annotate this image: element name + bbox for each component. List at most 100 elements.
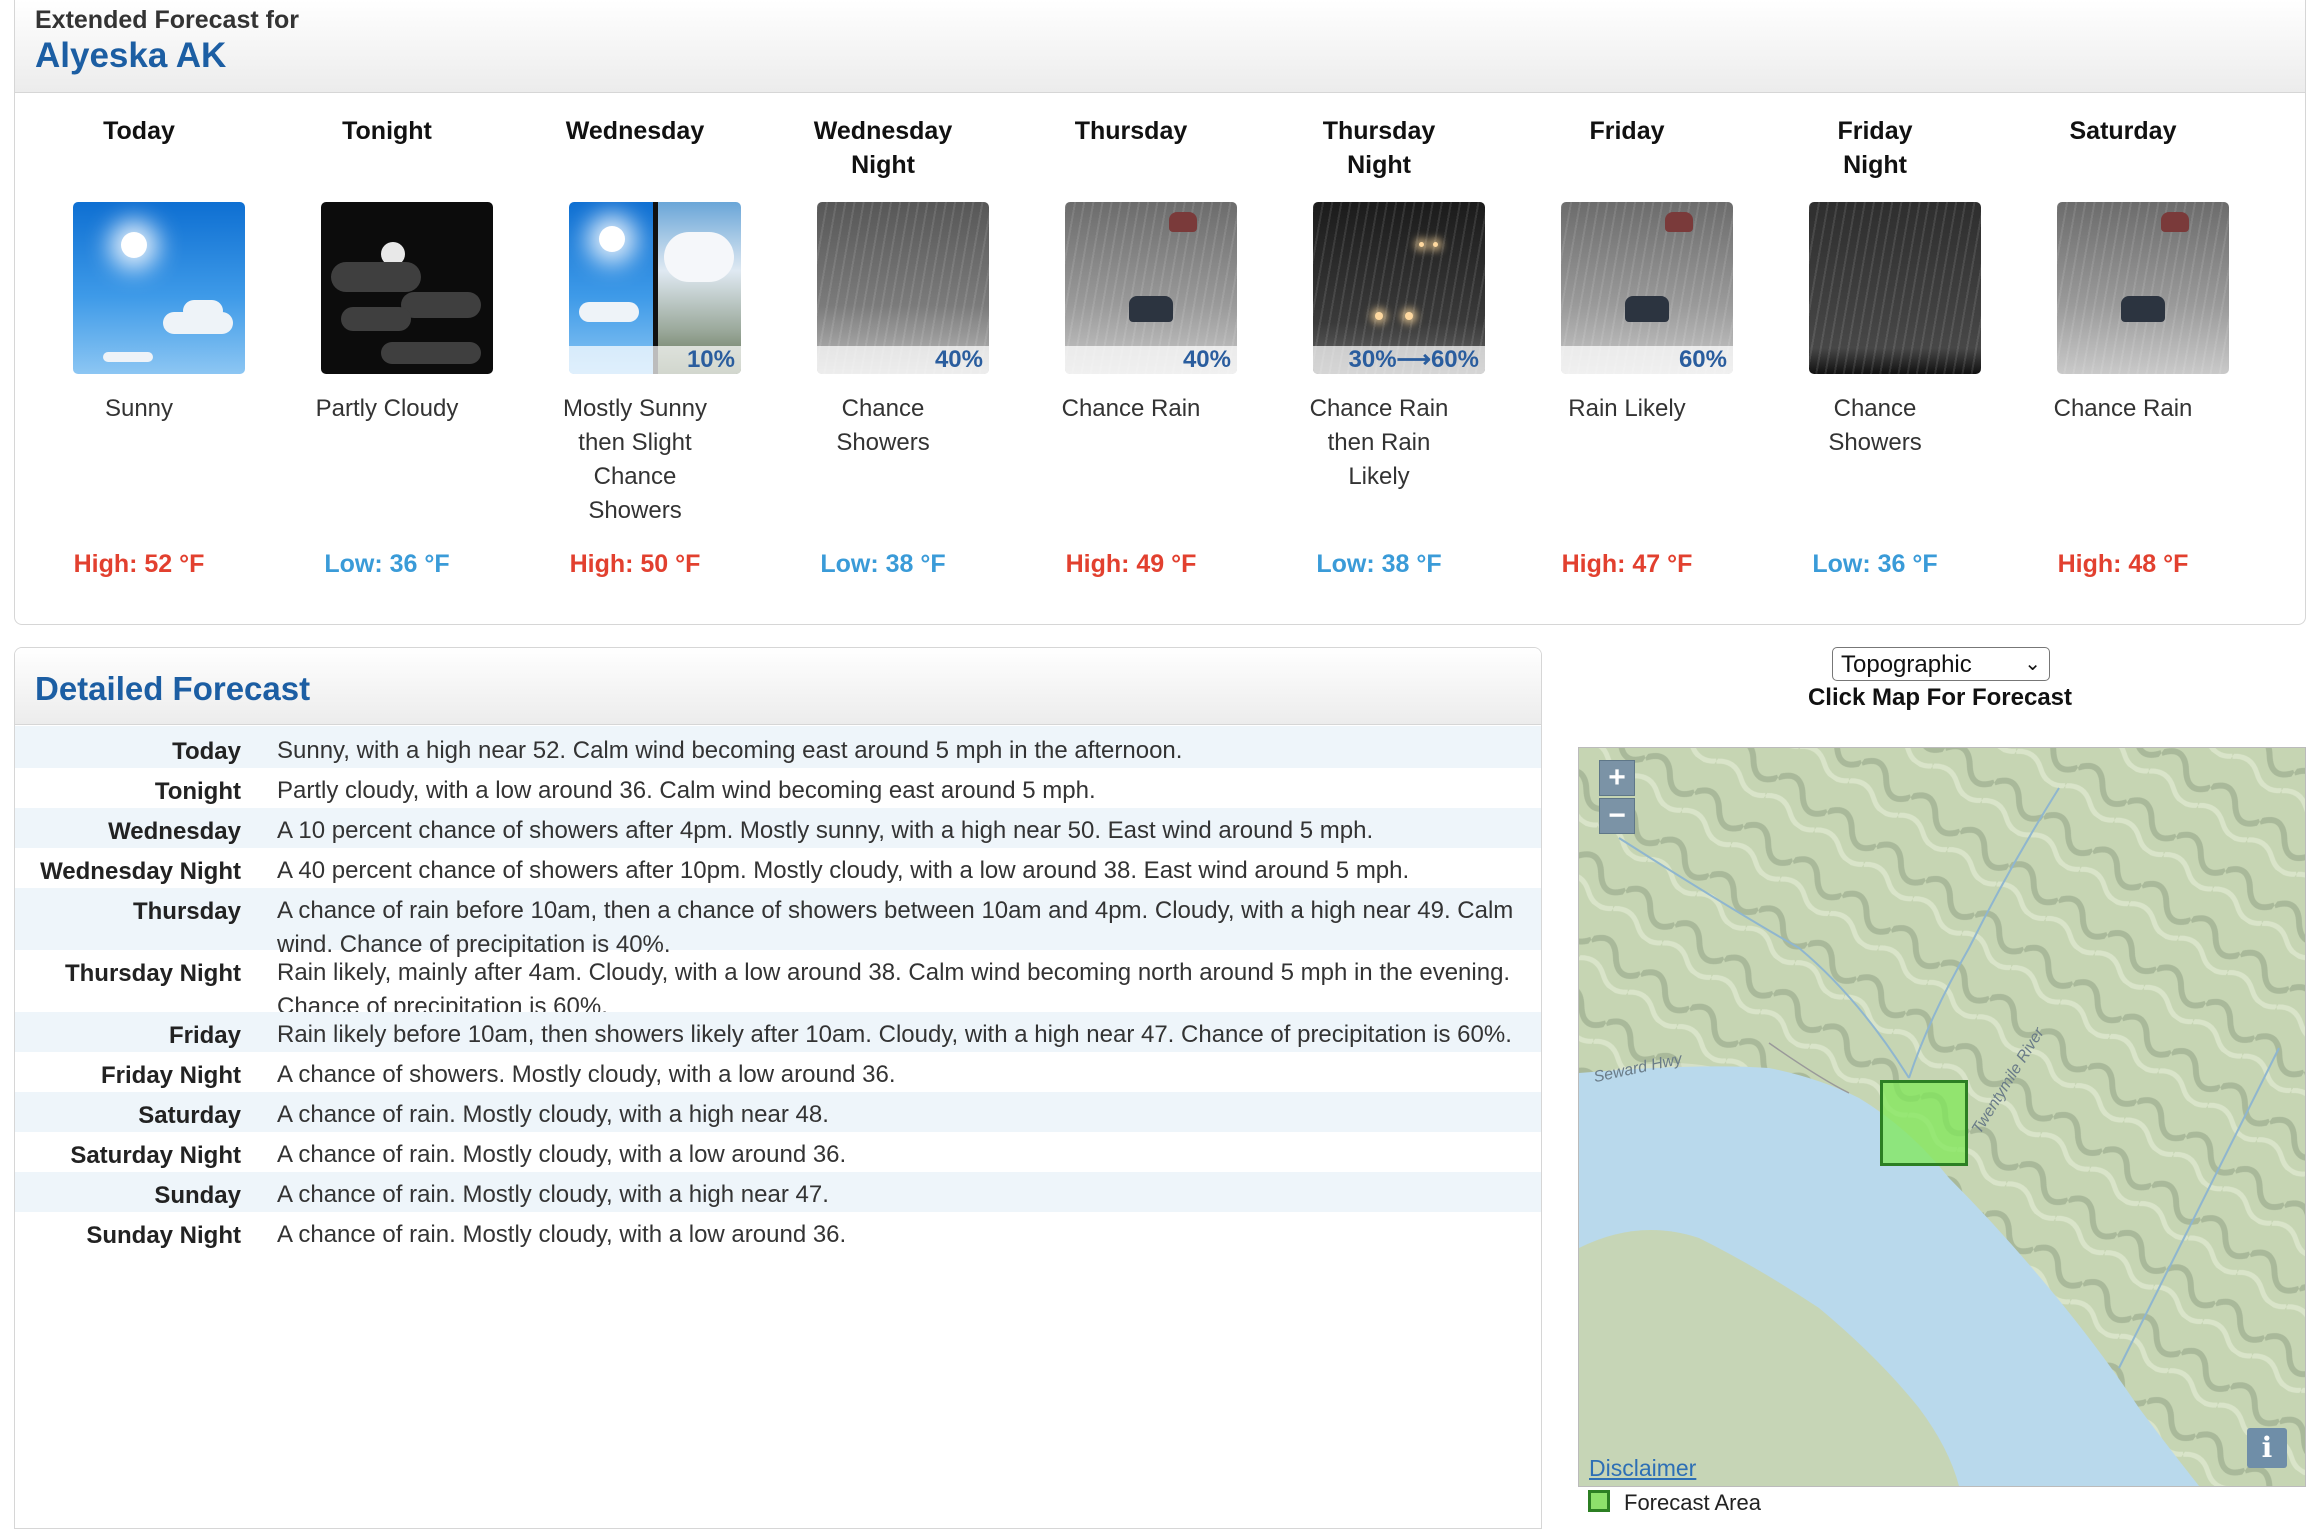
disclaimer-link[interactable]: Disclaimer <box>1589 1455 1696 1482</box>
period-name-line: Wednesday <box>813 117 953 145</box>
forecast-row-text: A chance of rain. Mostly cloudy, with a … <box>277 1181 829 1208</box>
forecast-row-text: Sunny, with a high near 52. Calm wind be… <box>277 737 1183 764</box>
short-forecast: Mostly Sunny then Slight Chance Showers <box>511 392 759 528</box>
precip-chance-badge: 40% <box>817 346 989 374</box>
short-forecast-line: then Rain <box>1327 429 1431 456</box>
forecast-row-label: Friday <box>168 1022 241 1049</box>
night-rain-icon: 30%⟶60% <box>1313 202 1485 374</box>
forecast-row-text: A chance of rain. Mostly cloudy, with a … <box>277 1101 829 1128</box>
forecast-period: Saturday Chance Rain High: 48 °F <box>1999 92 2247 622</box>
short-forecast: Chance Showers <box>759 392 1007 460</box>
forecast-row-label: Sunday <box>154 1182 241 1209</box>
temperature: Low: 36 °F <box>1812 550 1938 578</box>
temperature: Low: 38 °F <box>1316 550 1442 578</box>
info-icon[interactable]: i <box>2247 1428 2287 1468</box>
short-forecast-line: Chance Rain <box>1309 395 1449 422</box>
detailed-forecast-title: Detailed Forecast <box>35 670 311 707</box>
forecast-area-legend-label: Forecast Area <box>1624 1490 1761 1515</box>
sunny-icon <box>73 202 245 374</box>
precip-chance-badge: 30%⟶60% <box>1313 346 1485 374</box>
short-forecast-line: Chance Rain <box>2053 395 2193 422</box>
forecast-row-label: Wednesday Night <box>40 858 241 885</box>
forecast-row-label: Thursday <box>132 898 241 925</box>
short-forecast-line: Partly Cloudy <box>315 395 459 422</box>
forecast-row-label: Tonight <box>154 778 241 805</box>
forecast-period: Tonight Partly Cloudy Low: 36 °F <box>263 92 511 622</box>
forecast-period: Thursday Night 30%⟶60% Chance Rain then Rain… <box>1255 92 1503 622</box>
period-name-line: Night <box>1347 151 1411 179</box>
short-forecast-line: Sunny <box>104 395 174 422</box>
forecast-row-label: Sunday Night <box>86 1222 241 1249</box>
rain-icon <box>2057 202 2229 374</box>
forecast-row: Saturday Night A chance of rain. Mostly c… <box>15 1132 1541 1172</box>
forecast-row-text: A 10 percent chance of showers after 4pm… <box>277 817 1374 844</box>
period-name-line: Thursday <box>1322 117 1436 145</box>
period-name: Thursday Night <box>1255 114 1503 182</box>
precip-chance-badge: 60% <box>1561 346 1733 374</box>
forecast-row: Friday Night A chance of showers. Mostly … <box>15 1052 1541 1092</box>
zoom-out-button[interactable]: − <box>1599 798 1635 834</box>
zoom-in-button[interactable]: + <box>1599 760 1635 796</box>
temperature: Low: 38 °F <box>820 550 946 578</box>
temperature: High: 47 °F <box>1561 550 1693 578</box>
forecast-row: Sunday Night A chance of rain. Mostly clo… <box>15 1212 1541 1252</box>
detailed-forecast-header: Detailed Forecast <box>15 648 1541 725</box>
short-forecast-line: Rain Likely <box>1568 395 1686 422</box>
forecast-period: Wednesday Night 40% Chance Showers Low: 38 °F <box>759 92 1007 622</box>
rain-icon: 60% <box>1561 202 1733 374</box>
map-layer-selected: Topographic <box>1841 651 1972 678</box>
short-forecast-line: Showers <box>836 429 930 456</box>
short-forecast-line: Chance Rain <box>1061 395 1201 422</box>
period-name-line: Friday <box>1589 117 1665 145</box>
forecast-row: Today Sunny, with a high near 52. Calm wi… <box>15 726 1541 768</box>
period-name-line: Night <box>851 151 915 179</box>
forecast-row-text: A chance of showers. Mostly cloudy, with… <box>277 1061 896 1088</box>
forecast-area-legend-swatch <box>1588 1490 1610 1512</box>
forecast-row-text: Partly cloudy, with a low around 36. Cal… <box>277 777 1096 804</box>
short-forecast-line: then Slight <box>578 429 692 456</box>
rain-icon: 40% <box>1065 202 1237 374</box>
period-name-line: Friday <box>1837 117 1913 145</box>
short-forecast: Chance Rain then Rain Likely <box>1255 392 1503 494</box>
night-showers-icon <box>1809 202 1981 374</box>
forecast-row-label: Today <box>172 738 241 765</box>
short-forecast: Rain Likely <box>1503 392 1751 426</box>
period-name-line: Wednesday <box>565 117 705 145</box>
forecast-row-text: A chance of rain. Mostly cloudy, with a … <box>277 1141 847 1168</box>
forecast-period: Friday Night Chance Showers Low: 36 °F <box>1751 92 1999 622</box>
short-forecast: Sunny <box>15 392 263 426</box>
temperature: High: 49 °F <box>1065 550 1197 578</box>
short-forecast-line: Chance <box>593 463 677 490</box>
forecast-row-label: Saturday <box>138 1102 241 1129</box>
period-name-line: Tonight <box>342 117 432 145</box>
period-name-line: Saturday <box>2069 117 2177 145</box>
period-name: Saturday <box>1999 114 2247 148</box>
period-name-line: Today <box>103 117 175 145</box>
short-forecast: Chance Showers <box>1751 392 1999 460</box>
period-name: Wednesday Night <box>759 114 1007 182</box>
period-name: Thursday <box>1007 114 1255 148</box>
forecast-period: Today Sunny High: 52 °F <box>15 92 263 622</box>
forecast-row: Wednesday Night A 40 percent chance of sh… <box>15 848 1541 888</box>
temperature: High: 50 °F <box>569 550 701 578</box>
click-map-label: Click Map For Forecast <box>1807 684 2073 711</box>
forecast-row: Wednesday A 10 percent chance of showers … <box>15 808 1541 848</box>
period-name: Friday Night <box>1751 114 1999 182</box>
short-forecast: Chance Rain <box>1999 392 2247 426</box>
short-forecast-line: Mostly Sunny <box>562 395 708 422</box>
forecast-area-box[interactable] <box>1880 1080 1968 1166</box>
forecast-map[interactable]: Seward Hwy Twentymile River + − i Discla… <box>1578 747 2306 1487</box>
period-name: Wednesday <box>511 114 759 148</box>
short-forecast: Chance Rain <box>1007 392 1255 426</box>
forecast-periods: Today Sunny High: 52 °F Tonight Partly Cloud… <box>15 92 2305 622</box>
extended-forecast-header: Extended Forecast for Alyeska AK <box>15 0 2305 93</box>
period-name-line: Night <box>1843 151 1907 179</box>
detailed-forecast-panel: Detailed Forecast Today Sunny, with a hig… <box>14 647 1542 1529</box>
precip-chance-badge: 40% <box>1065 346 1237 374</box>
forecast-row-label: Thursday Night <box>64 960 241 987</box>
short-forecast-line: Showers <box>588 497 682 524</box>
forecast-period: Wednesday 10% Mostly Sunny then Slight Chanc… <box>511 92 759 622</box>
forecast-period: Friday 60% Rain Likely High: 47 °F <box>1503 92 1751 622</box>
map-layer-select[interactable]: Topographic ⌄ <box>1832 647 2050 681</box>
short-forecast-line: Showers <box>1828 429 1922 456</box>
